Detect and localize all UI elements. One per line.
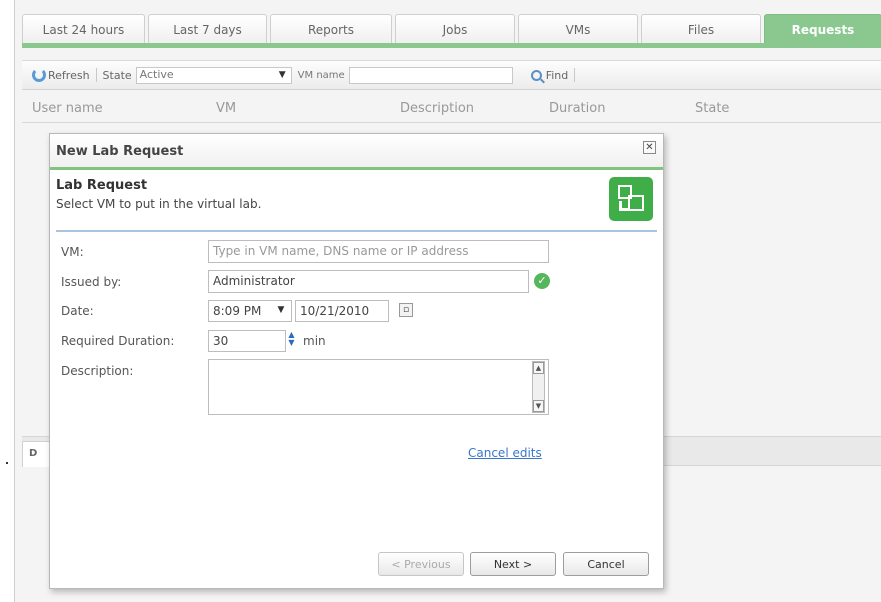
toolbar-divider-2 — [574, 68, 576, 82]
tab-reports[interactable]: Reports — [270, 14, 392, 44]
tab-last-24-hours[interactable]: Last 24 hours — [22, 14, 145, 44]
state-label: State — [102, 68, 132, 82]
column-duration[interactable]: Duration — [549, 101, 605, 116]
scroll-up-icon[interactable]: ▲ — [533, 362, 544, 374]
vm-label: VM: — [61, 245, 84, 259]
cancel-button[interactable]: Cancel — [563, 552, 649, 576]
calendar-icon[interactable]: ▫ — [399, 303, 413, 317]
check-icon: ✓ — [534, 273, 550, 289]
required-duration-label: Required Duration: — [61, 334, 175, 348]
stepper-arrows-icon[interactable]: ▲ ▼ — [286, 331, 297, 349]
previous-button[interactable]: < Previous — [378, 552, 464, 576]
column-vm[interactable]: VM — [216, 101, 236, 116]
vm-name-input[interactable] — [348, 66, 513, 84]
time-value: 8:09 PM — [213, 304, 262, 318]
tab-last-7-days[interactable]: Last 7 days — [148, 14, 267, 44]
refresh-button[interactable]: Refresh — [22, 68, 90, 82]
refresh-icon — [32, 68, 46, 82]
tab-jobs[interactable]: Jobs — [395, 14, 515, 44]
toolbar: Refresh State Active ▼ VM name Find — [22, 60, 881, 90]
description-textarea[interactable] — [208, 359, 549, 415]
stray-dot — [6, 462, 8, 464]
next-button[interactable]: Next > — [470, 552, 556, 576]
section-subtitle: Select VM to put in the virtual lab. — [56, 197, 262, 211]
chevron-down-icon[interactable]: ▼ — [274, 304, 288, 318]
tab-requests[interactable]: Requests — [764, 14, 881, 44]
column-state[interactable]: State — [695, 101, 729, 116]
chevron-down-icon: ▼ — [278, 69, 286, 80]
tab-vms[interactable]: VMs — [518, 14, 638, 44]
toolbar-divider — [95, 68, 97, 82]
date-input[interactable]: 10/21/2010 — [295, 300, 389, 322]
column-description[interactable]: Description — [400, 101, 474, 116]
cancel-edits-link[interactable]: Cancel edits — [468, 446, 542, 460]
new-lab-request-dialog: New Lab Request ✕ Lab Request Select VM … — [49, 133, 664, 589]
dialog-title-bar: New Lab Request ✕ — [50, 134, 663, 170]
vm-input[interactable]: Type in VM name, DNS name or IP address — [208, 240, 549, 263]
state-select[interactable]: Active ▼ — [135, 66, 292, 84]
refresh-label: Refresh — [48, 68, 90, 82]
dialog-title: New Lab Request — [56, 144, 184, 159]
tab-underline — [22, 43, 881, 48]
tab-files[interactable]: Files — [641, 14, 761, 44]
description-label: Description: — [61, 364, 134, 378]
issued-by-label: Issued by: — [61, 275, 122, 289]
dialog-section-header: Lab Request Select VM to put in the virt… — [56, 172, 657, 232]
description-scrollbar[interactable]: ▲ ▼ — [532, 361, 545, 413]
section-title: Lab Request — [56, 178, 148, 193]
duration-unit: min — [303, 334, 326, 348]
close-icon[interactable]: ✕ — [643, 141, 656, 154]
vm-name-label: VM name — [297, 69, 345, 81]
issued-by-input[interactable]: Administrator — [208, 270, 529, 293]
date-label: Date: — [61, 304, 94, 318]
virtual-lab-icon — [609, 177, 653, 221]
grid-header: User name VM Description Duration State — [22, 91, 881, 123]
find-button[interactable]: Find — [546, 69, 569, 82]
scroll-down-icon[interactable]: ▼ — [533, 400, 544, 412]
duration-stepper[interactable]: 30 — [208, 330, 286, 352]
search-icon[interactable] — [530, 69, 542, 81]
state-select-value: Active — [139, 67, 174, 81]
column-user-name[interactable]: User name — [32, 101, 103, 116]
